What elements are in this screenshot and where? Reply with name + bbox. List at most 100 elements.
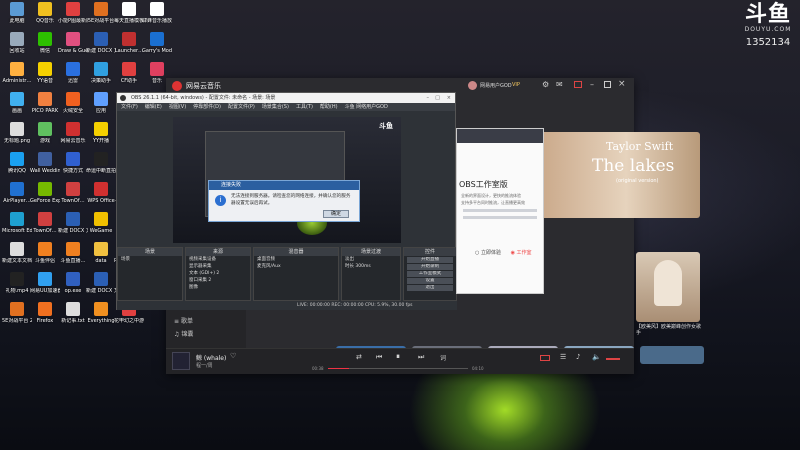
user-avatar[interactable] xyxy=(468,81,477,90)
app-icon xyxy=(10,122,24,136)
banner-card[interactable]: Taylor Swift The lakes (original version… xyxy=(536,132,700,218)
desktop-icon-label: 新建 DOCX 文档.docx xyxy=(58,228,88,234)
song-title[interactable]: 鲸 (whale) xyxy=(196,353,226,362)
desktop-icon[interactable]: 5E对战平台 2.0 xyxy=(2,302,32,338)
app-icon xyxy=(38,212,52,226)
app-icon xyxy=(94,152,108,166)
obs-menu-item[interactable]: 视图(V) xyxy=(169,104,186,110)
gear-icon[interactable]: ⚙ xyxy=(542,80,549,89)
lyric-badge[interactable]: 词 xyxy=(440,353,446,362)
desktop-icon-label: 画画 xyxy=(11,108,22,114)
desktop-icon[interactable]: Everything xyxy=(86,302,116,338)
desktop-icon-label: Wall Wedding… xyxy=(30,168,60,174)
app-icon xyxy=(38,242,52,256)
control-button[interactable]: 开始录制 xyxy=(407,264,453,270)
card-caption[interactable]: 【欧美风】欧美巅峰创作女歌手 xyxy=(636,324,702,336)
desktop-icon-label: TownOf… xyxy=(61,198,85,204)
app-icon xyxy=(122,2,136,16)
sidebar-item-podcast[interactable]: ♫ 锦囊 xyxy=(174,329,193,338)
obs-menu-item[interactable]: 配置文件(P) xyxy=(228,104,255,110)
previous-icon[interactable]: ⏮ xyxy=(376,353,382,362)
playlist-card-5[interactable] xyxy=(640,346,704,364)
control-button[interactable]: 开始直播 xyxy=(407,257,453,263)
radio-option-2[interactable]: ◉ 工作室 xyxy=(511,250,532,256)
app-icon xyxy=(94,122,108,136)
minimize-icon[interactable]: – xyxy=(590,80,594,89)
banner-title: The lakes xyxy=(592,156,675,176)
obs-dock: 混音器 桌面音频 麦克风/Aux xyxy=(253,247,339,301)
desktop-icon[interactable]: Firefox xyxy=(30,302,60,338)
mini-mode-icon[interactable] xyxy=(574,81,582,88)
desktop-icon-label: Draw & Guess xyxy=(58,48,88,54)
dock-item[interactable]: 淡出 xyxy=(342,256,400,263)
dock-item[interactable]: 显示器采集 xyxy=(186,263,250,270)
playlist-card-billie[interactable] xyxy=(636,252,700,322)
sidebar-item-playlist[interactable]: ≡ 歌单 xyxy=(174,316,193,325)
maximize-icon[interactable] xyxy=(604,81,611,88)
obs-window-title: OBS 26.1.1 (64-bit, windows) - 配置文件: 未命名… xyxy=(131,95,276,101)
dock-item[interactable]: 文本 (GDI+) 2 xyxy=(186,270,250,277)
control-button[interactable]: 退出 xyxy=(407,285,453,291)
shuffle-icon[interactable]: ⇄ xyxy=(356,353,362,361)
app-icon xyxy=(122,62,136,76)
mail-icon[interactable]: ✉ xyxy=(556,80,563,89)
desktop-icon-label: 网易UU加速器 xyxy=(30,288,60,294)
obs-promo-popup: OBS工作室版 全新的界面设计，更快的推流体验 支持多平台同时推流，让直播更高效… xyxy=(456,128,544,294)
obs-minimize-icon[interactable]: – xyxy=(427,93,430,103)
app-icon xyxy=(10,182,24,196)
playlist-queue-icon[interactable]: ♪ xyxy=(576,353,580,361)
user-name[interactable]: 网易用户GOD xyxy=(480,82,512,89)
radio-option-1[interactable]: ○ 立即体验 xyxy=(475,250,501,256)
next-icon[interactable]: ⏭ xyxy=(418,353,424,362)
dock-item[interactable]: 麦克风/Aux xyxy=(254,263,338,270)
dock-item[interactable]: 图像 xyxy=(186,284,250,291)
dock-item[interactable]: 场景 xyxy=(118,256,182,263)
app-icon xyxy=(94,2,108,16)
desktop-icon-label: 肆蜂音乐播放… xyxy=(142,18,172,24)
dock-title: 来源 xyxy=(186,248,250,256)
connection-failed-dialog: 连接失败 i 无法连接到服务器。请检查您的网络连接，并确认您的服务器设置无误后再… xyxy=(208,180,360,222)
obs-dock: 来源 视频采集设备 显示器采集 文本 (GDI+) 2 窗口采集 2 图像 xyxy=(185,247,251,301)
progress-track[interactable] xyxy=(328,368,468,369)
app-icon xyxy=(66,122,80,136)
control-button[interactable]: 工作室模式 xyxy=(407,271,453,277)
desktop-icon-label: 火绒安全 xyxy=(62,108,83,114)
control-button[interactable]: 设置 xyxy=(407,278,453,284)
obs-menu-item[interactable]: 场景集合(S) xyxy=(262,104,289,110)
obs-menu-item[interactable]: 编辑(E) xyxy=(145,104,162,110)
quality-badge[interactable] xyxy=(540,355,550,361)
desktop-icon-label: 小能P图最新版 xyxy=(58,18,88,24)
dock-item[interactable]: 时长 300ms xyxy=(342,263,400,270)
dock-item[interactable]: 视频采集设备 xyxy=(186,256,250,263)
obs-close-icon[interactable]: × xyxy=(447,93,451,103)
app-icon xyxy=(66,302,80,316)
vip-badge[interactable]: VIP xyxy=(512,82,520,88)
obs-menu-item[interactable]: 文件(F) xyxy=(121,104,138,110)
app-icon xyxy=(10,302,24,316)
ok-button[interactable]: 确定 xyxy=(323,210,349,218)
dock-item[interactable]: 桌面音频 xyxy=(254,256,338,263)
obs-menu-item[interactable]: 斗鱼 网络用户GOD xyxy=(345,104,388,110)
obs-menu-item[interactable]: 帮助(H) xyxy=(320,104,338,110)
promo-text-line xyxy=(463,209,537,212)
obs-menu-item[interactable]: 工具(T) xyxy=(296,104,313,110)
app-icon xyxy=(10,32,24,46)
desktop-icon-label: Launcher… xyxy=(114,48,144,54)
obs-maximize-icon[interactable]: □ xyxy=(435,93,440,103)
volume-slider[interactable] xyxy=(606,358,620,360)
volume-icon[interactable]: 🔈 xyxy=(592,353,601,361)
close-icon[interactable]: × xyxy=(618,79,626,89)
song-artist[interactable]: 程一/周 xyxy=(196,362,213,369)
app-icon xyxy=(94,242,108,256)
dock-item[interactable]: 窗口采集 2 xyxy=(186,277,250,284)
effects-icon[interactable]: ☰ xyxy=(560,353,566,361)
heart-icon[interactable]: ♡ xyxy=(230,352,236,360)
album-cover[interactable] xyxy=(172,352,190,370)
dialog-title: 连接失败 xyxy=(209,181,359,190)
obs-menu-item[interactable]: 停靠部件(D) xyxy=(193,104,221,110)
app-icon xyxy=(38,122,52,136)
desktop-icon-label: PICO PARK xyxy=(31,108,59,114)
pause-icon[interactable]: ⏸ xyxy=(396,352,400,362)
desktop-icon[interactable]: 新记事.txt xyxy=(58,302,88,338)
promo-line-1: 全新的界面设计，更快的推流体验 xyxy=(461,193,521,198)
